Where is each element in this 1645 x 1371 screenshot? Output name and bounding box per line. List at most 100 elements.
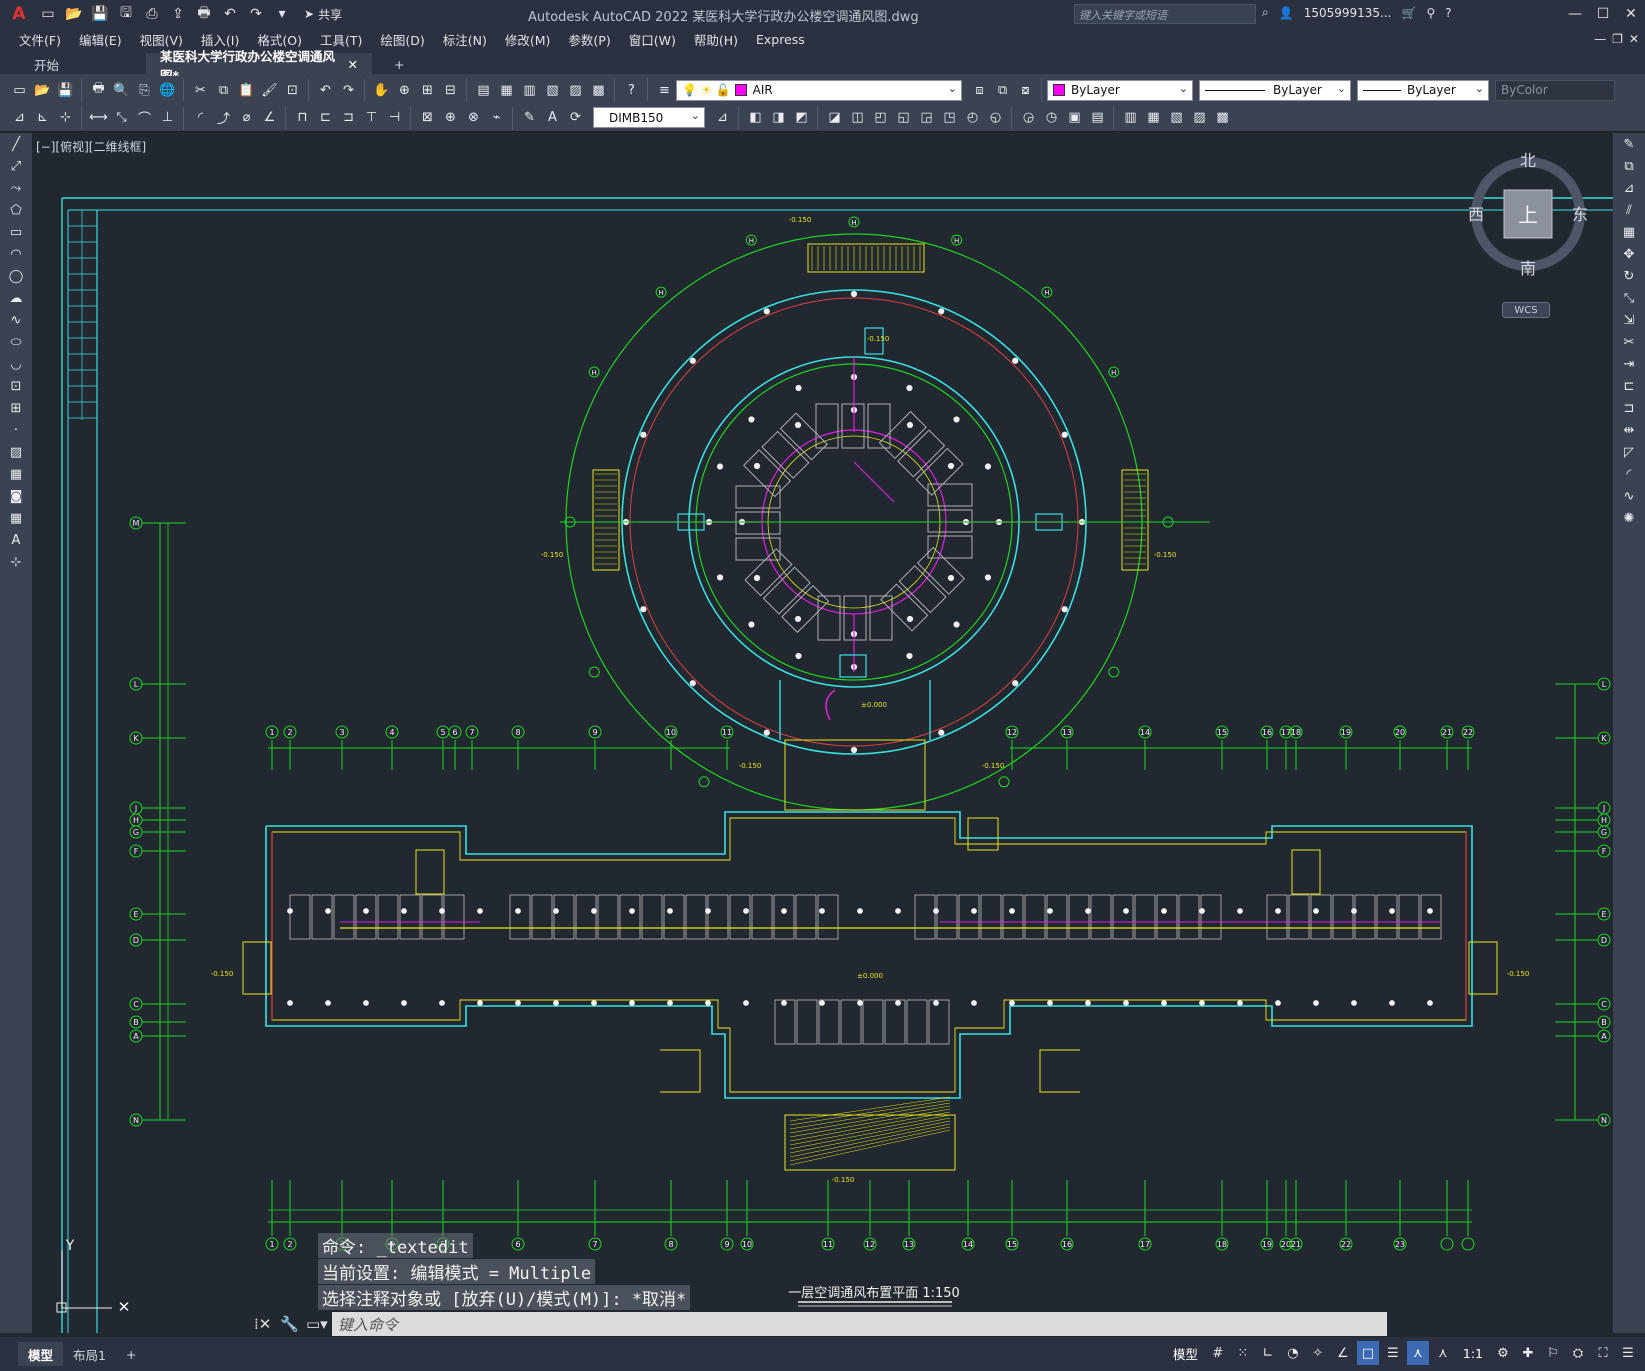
command-customize-icon[interactable]: 🔧	[280, 1315, 300, 1333]
move-icon[interactable]: ✥	[1613, 243, 1645, 265]
fillet-icon[interactable]: ◜	[1613, 463, 1645, 485]
viewcube-top[interactable]: 上	[1518, 203, 1538, 227]
zoom-realtime-icon[interactable]: ⊕	[393, 79, 416, 101]
viewcube-south[interactable]: 南	[1520, 259, 1536, 276]
menu-parametric[interactable]: 参数(P)	[568, 30, 610, 49]
viewport-label[interactable]: [−][俯视][二维线框]	[36, 138, 146, 155]
viewcube-east[interactable]: 东	[1572, 205, 1588, 224]
break-icon[interactable]: ⊐	[1613, 397, 1645, 419]
open-icon[interactable]: 📂	[31, 79, 54, 101]
sheetset-icon[interactable]: ▧	[541, 79, 564, 101]
point-icon[interactable]: ·	[0, 419, 32, 441]
command-close-icon[interactable]: ⁞✕	[254, 1315, 274, 1333]
add-layout-icon[interactable]: +	[116, 1342, 146, 1366]
pan-icon[interactable]: ✋	[370, 79, 393, 101]
polygon-icon[interactable]: ⬠	[0, 199, 32, 221]
new-tab-icon[interactable]: +	[380, 53, 418, 76]
dim-continue-icon[interactable]: ⊐	[337, 107, 360, 129]
osnap-icon[interactable]: □	[1356, 1341, 1379, 1365]
annotation-scale[interactable]: 1:1	[1457, 1346, 1489, 1361]
tab-layout1[interactable]: 布局1	[63, 1342, 116, 1366]
dim-ordinate-icon[interactable]: ⊥	[156, 107, 179, 129]
layer-previous-icon[interactable]: ⧉	[991, 79, 1014, 101]
lineweight-icon[interactable]: ☰	[1382, 1341, 1404, 1365]
mod-1-icon[interactable]: ◧	[744, 107, 767, 129]
ellipse-arc-icon[interactable]: ◡	[0, 353, 32, 375]
menu-dimension[interactable]: 标注(N)	[443, 30, 487, 49]
tool-c-icon[interactable]: ⊹	[54, 107, 77, 129]
plot-icon[interactable]: 🖶	[87, 79, 110, 101]
help-icon[interactable]: ?	[1445, 6, 1451, 20]
new-icon[interactable]: ▭	[36, 3, 60, 25]
tab-start[interactable]: 开始	[20, 53, 73, 76]
polar-icon[interactable]: ◔	[1282, 1341, 1304, 1365]
designcenter-icon[interactable]: ▦	[495, 79, 518, 101]
layer-on-icon[interactable]: 💡	[682, 83, 697, 97]
close-icon[interactable]: ✕	[1617, 0, 1645, 28]
array-icon[interactable]: ▦	[1613, 221, 1645, 243]
tab-model[interactable]: 模型	[18, 1342, 64, 1366]
rotate-icon[interactable]: ↻	[1613, 265, 1645, 287]
help-icon[interactable]: ?	[620, 79, 643, 101]
cart-icon[interactable]: 🛒	[1401, 6, 1416, 20]
maximize-icon[interactable]: ☐	[1589, 0, 1617, 28]
mod-9-icon[interactable]: ◳	[938, 107, 961, 129]
blend-icon[interactable]: ∿	[1613, 485, 1645, 507]
copy-icon[interactable]: ⧉	[212, 79, 235, 101]
explode-icon[interactable]: ✺	[1613, 507, 1645, 529]
table-icon[interactable]: ▦	[0, 507, 32, 529]
viewcube[interactable]: 上 北 南 东 西	[1466, 152, 1590, 276]
auto-scale-icon[interactable]: ⋏	[1432, 1341, 1454, 1365]
zoom-previous-icon[interactable]: ⊟	[439, 79, 462, 101]
customization-icon[interactable]: ☰	[1617, 1341, 1639, 1365]
doc-minimize-icon[interactable]: —	[1594, 32, 1606, 46]
extend-icon[interactable]: ⇥	[1613, 353, 1645, 375]
mod-6-icon[interactable]: ◰	[869, 107, 892, 129]
plot-icon[interactable]: 🖶	[192, 3, 216, 25]
dim-update-icon[interactable]: ⟳	[564, 107, 587, 129]
drawing-svg[interactable]: 1234567891011121314151617181920212212345…	[32, 133, 1613, 1333]
dim-break-icon[interactable]: ⊣	[383, 107, 406, 129]
command-recent-icon[interactable]: ▭▾	[306, 1315, 328, 1333]
dim-baseline-icon[interactable]: ⊏	[314, 107, 337, 129]
mod-4-icon[interactable]: ◪	[823, 107, 846, 129]
matchprop-icon[interactable]: 🖌	[258, 79, 281, 101]
stretch-icon[interactable]: ⇲	[1613, 309, 1645, 331]
add-selected-icon[interactable]: ⊹	[0, 551, 32, 573]
make-block-icon[interactable]: ⊞	[0, 397, 32, 419]
viewcube-west[interactable]: 西	[1468, 205, 1484, 224]
revcloud-icon[interactable]: ☁	[0, 287, 32, 309]
plus-icon[interactable]: ✚	[1517, 1341, 1539, 1365]
cut-icon[interactable]: ✂	[189, 79, 212, 101]
zoom-window-icon[interactable]: ⊞	[416, 79, 439, 101]
menu-draw[interactable]: 绘图(D)	[380, 30, 424, 49]
dimstyle-manager-icon[interactable]: ⊿	[711, 107, 734, 129]
redo-icon[interactable]: ↷	[337, 79, 360, 101]
dim-linear-icon[interactable]: ⟷	[87, 107, 110, 129]
autocad-logo-icon[interactable]: A	[4, 3, 34, 25]
mod-7-icon[interactable]: ◱	[892, 107, 915, 129]
menu-modify[interactable]: 修改(M)	[505, 30, 551, 49]
mod-11-icon[interactable]: ◵	[984, 107, 1007, 129]
mirror-icon[interactable]: ⊿	[1613, 177, 1645, 199]
doc-close-icon[interactable]: ✕	[1629, 32, 1639, 46]
ortho-icon[interactable]: ∟	[1257, 1341, 1279, 1365]
center-mark-icon[interactable]: ⊕	[439, 107, 462, 129]
copy-object-icon[interactable]: ⧉	[1613, 155, 1645, 177]
mod-18-icon[interactable]: ▧	[1165, 107, 1188, 129]
line-icon[interactable]: ╱	[0, 133, 32, 155]
ellipse-icon[interactable]: ⬭	[0, 331, 32, 353]
snap-icon[interactable]: ⁙	[1232, 1341, 1254, 1365]
user-name[interactable]: 1505999135...	[1304, 6, 1392, 20]
workspace-gear-icon[interactable]: ⚙	[1492, 1341, 1514, 1365]
plotstyle-dropdown[interactable]: ByColor	[1495, 79, 1615, 101]
menu-window[interactable]: 窗口(W)	[629, 30, 676, 49]
scale-icon[interactable]: ⤡	[1613, 287, 1645, 309]
save-icon[interactable]: 💾	[54, 79, 77, 101]
markup-icon[interactable]: ▨	[564, 79, 587, 101]
color-dropdown[interactable]: ByLayer	[1047, 79, 1193, 101]
user-icon[interactable]: 👤	[1279, 6, 1294, 20]
open-web-icon[interactable]: ⎙	[140, 3, 164, 25]
dim-jogged-icon[interactable]: ⤴	[212, 107, 235, 129]
mod-17-icon[interactable]: ▦	[1142, 107, 1165, 129]
